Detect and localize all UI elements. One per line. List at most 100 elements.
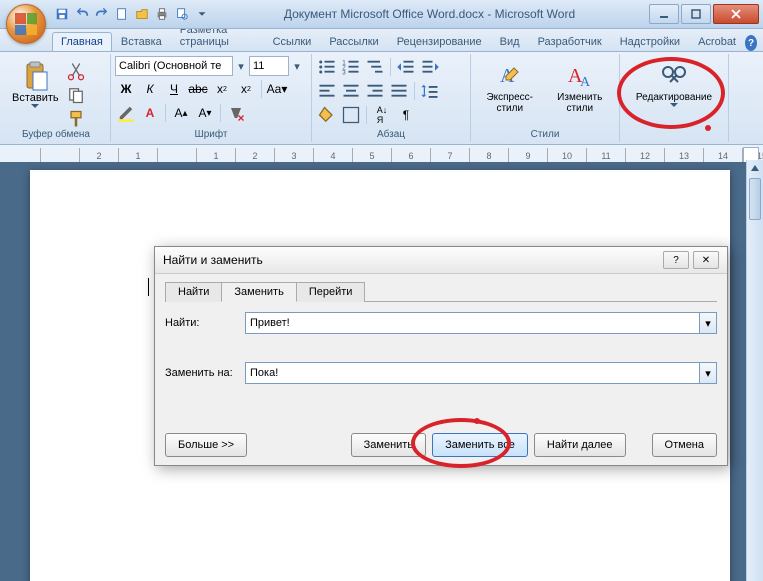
font-color-icon[interactable]: A	[139, 102, 161, 124]
find-row: Найти: Привет! ▾	[165, 312, 717, 334]
align-right-icon[interactable]	[364, 80, 386, 102]
dialog-titlebar[interactable]: Найти и заменить ? ✕	[155, 247, 727, 274]
group-font: Calibri (Основной те ▾ 11 ▾ Ж К Ч abc x2…	[111, 54, 312, 142]
express-styles-button[interactable]: A Экспресс-стили	[475, 56, 544, 124]
ribbon: Вставить Буфер обмена Calibri (Основной …	[0, 52, 763, 145]
editing-button[interactable]: Редактирование	[630, 56, 718, 124]
decrease-indent-icon[interactable]	[395, 56, 417, 78]
chevron-down-icon	[670, 103, 678, 108]
find-label: Найти:	[165, 317, 245, 329]
maximize-button[interactable]	[681, 4, 711, 24]
tab-view[interactable]: Вид	[491, 32, 529, 51]
align-left-icon[interactable]	[316, 80, 338, 102]
dialog-help-button[interactable]: ?	[663, 251, 689, 269]
tab-home[interactable]: Главная	[52, 32, 112, 51]
format-painter-icon[interactable]	[65, 108, 87, 130]
scroll-up-icon[interactable]	[747, 160, 763, 176]
scroll-thumb[interactable]	[749, 178, 761, 220]
change-styles-button[interactable]: AA Изменить стили	[544, 56, 615, 124]
copy-icon[interactable]	[65, 84, 87, 106]
bullets-icon[interactable]	[316, 56, 338, 78]
group-clipboard: Вставить Буфер обмена	[2, 54, 111, 142]
window-title: Документ Microsoft Office Word.docx - Mi…	[210, 7, 649, 21]
tab-insert[interactable]: Вставка	[112, 32, 171, 51]
font-name-combo[interactable]: Calibri (Основной те	[115, 56, 233, 76]
grow-font-icon[interactable]: A▴	[170, 102, 192, 124]
group-paragraph-label: Абзац	[316, 128, 466, 140]
paste-button[interactable]: Вставить	[6, 56, 65, 124]
cut-icon[interactable]	[65, 60, 87, 82]
find-input[interactable]: Привет!	[245, 312, 700, 334]
dialog-tab-find[interactable]: Найти	[165, 282, 222, 302]
align-center-icon[interactable]	[340, 80, 362, 102]
save-icon[interactable]	[54, 6, 70, 22]
print-preview-icon[interactable]	[174, 6, 190, 22]
group-paragraph: 123 А↓Я ¶ Абзац	[312, 54, 471, 142]
replace-label: Заменить на:	[165, 367, 245, 379]
dialog-close-button[interactable]: ✕	[693, 251, 719, 269]
group-styles-label: Стили	[475, 128, 615, 140]
change-styles-label: Изменить стили	[550, 92, 609, 114]
vertical-scrollbar[interactable]	[746, 160, 763, 581]
tab-developer[interactable]: Разработчик	[529, 32, 611, 51]
bold-icon[interactable]: Ж	[115, 78, 137, 100]
multilevel-list-icon[interactable]	[364, 56, 386, 78]
find-next-button[interactable]: Найти далее	[534, 433, 626, 457]
underline-icon[interactable]: Ч	[163, 78, 185, 100]
find-replace-dialog: Найти и заменить ? ✕ Найти Заменить Пере…	[154, 246, 728, 466]
help-icon[interactable]: ?	[745, 35, 757, 51]
justify-icon[interactable]	[388, 80, 410, 102]
redo-icon[interactable]	[94, 6, 110, 22]
tab-addins[interactable]: Надстройки	[611, 32, 689, 51]
dialog-tab-replace[interactable]: Заменить	[221, 282, 296, 302]
font-size-combo[interactable]: 11	[249, 56, 289, 76]
chevron-down-icon[interactable]: ▾	[291, 60, 303, 73]
tab-references[interactable]: Ссылки	[264, 32, 321, 51]
cancel-button[interactable]: Отмена	[652, 433, 717, 457]
svg-text:A: A	[580, 75, 591, 90]
borders-icon[interactable]	[340, 104, 362, 126]
tab-acrobat[interactable]: Acrobat	[689, 32, 745, 51]
word-window: Документ Microsoft Office Word.docx - Mi…	[0, 0, 763, 581]
sort-icon[interactable]: А↓Я	[371, 104, 393, 126]
group-clipboard-label: Буфер обмена	[6, 128, 106, 140]
titlebar: Документ Microsoft Office Word.docx - Mi…	[0, 0, 763, 29]
dialog-tab-goto[interactable]: Перейти	[296, 282, 366, 302]
minimize-button[interactable]	[649, 4, 679, 24]
show-marks-icon[interactable]: ¶	[395, 104, 417, 126]
change-case-icon[interactable]: Aa▾	[266, 78, 288, 100]
shrink-font-icon[interactable]: A▾	[194, 102, 216, 124]
tab-mailings[interactable]: Рассылки	[320, 32, 387, 51]
open-icon[interactable]	[134, 6, 150, 22]
print-icon[interactable]	[154, 6, 170, 22]
increase-indent-icon[interactable]	[419, 56, 441, 78]
numbering-icon[interactable]: 123	[340, 56, 362, 78]
italic-icon[interactable]: К	[139, 78, 161, 100]
strike-icon[interactable]: abc	[187, 78, 209, 100]
svg-text:3: 3	[342, 70, 346, 77]
subscript-icon[interactable]: x2	[211, 78, 233, 100]
paste-label: Вставить	[12, 92, 59, 104]
clear-formatting-icon[interactable]	[225, 102, 247, 124]
chevron-down-icon[interactable]: ▾	[235, 60, 247, 73]
ribbon-tabs: Главная Вставка Разметка страницы Ссылки…	[0, 29, 763, 52]
tab-review[interactable]: Рецензирование	[388, 32, 491, 51]
superscript-icon[interactable]: x2	[235, 78, 257, 100]
group-editing: Редактирование	[620, 54, 729, 142]
qat-customize-icon[interactable]	[194, 6, 210, 22]
close-button[interactable]	[713, 4, 759, 24]
quick-access-toolbar	[54, 6, 210, 22]
replace-button[interactable]: Заменить	[351, 433, 426, 457]
more-button[interactable]: Больше >>	[165, 433, 247, 457]
office-button[interactable]	[6, 4, 46, 44]
group-styles: A Экспресс-стили AA Изменить стили Стили	[471, 54, 620, 142]
undo-icon[interactable]	[74, 6, 90, 22]
replace-all-button[interactable]: Заменить все	[432, 433, 528, 457]
new-icon[interactable]	[114, 6, 130, 22]
line-spacing-icon[interactable]	[419, 80, 441, 102]
find-dropdown-icon[interactable]: ▾	[700, 312, 717, 334]
highlight-icon[interactable]	[115, 102, 137, 124]
shading-icon[interactable]	[316, 104, 338, 126]
replace-input[interactable]: Пока!	[245, 362, 700, 384]
replace-dropdown-icon[interactable]: ▾	[700, 362, 717, 384]
